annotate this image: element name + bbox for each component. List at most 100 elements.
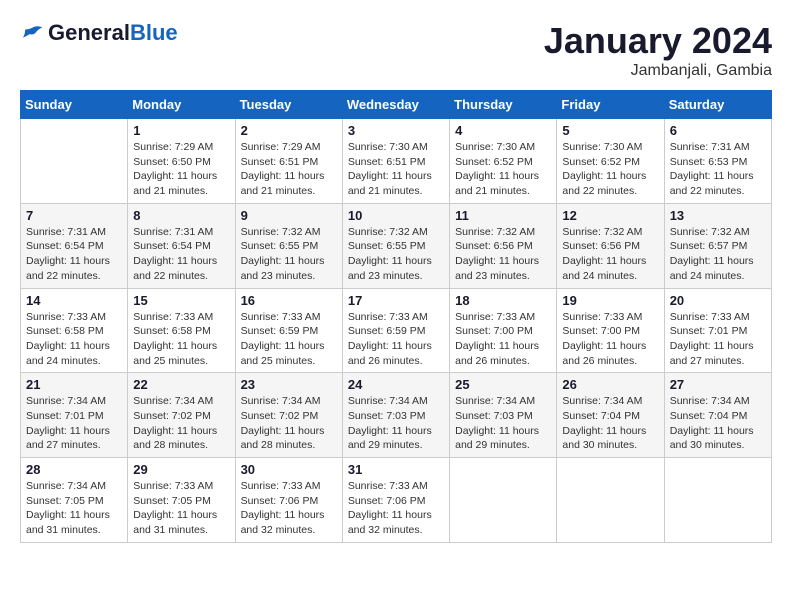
cell-date-number: 27 (670, 377, 766, 392)
cell-daylight-info: Sunrise: 7:33 AM Sunset: 7:01 PM Dayligh… (670, 310, 766, 369)
cell-date-number: 1 (133, 123, 229, 138)
cell-date-number: 5 (562, 123, 658, 138)
calendar-header-row: SundayMondayTuesdayWednesdayThursdayFrid… (21, 91, 772, 119)
cell-date-number: 22 (133, 377, 229, 392)
cell-daylight-info: Sunrise: 7:34 AM Sunset: 7:03 PM Dayligh… (455, 394, 551, 453)
cell-date-number: 26 (562, 377, 658, 392)
calendar-cell: 14 Sunrise: 7:33 AM Sunset: 6:58 PM Dayli… (21, 288, 128, 373)
cell-daylight-info: Sunrise: 7:30 AM Sunset: 6:52 PM Dayligh… (455, 140, 551, 199)
day-header-saturday: Saturday (664, 91, 771, 119)
cell-daylight-info: Sunrise: 7:32 AM Sunset: 6:55 PM Dayligh… (348, 225, 444, 284)
cell-date-number: 18 (455, 293, 551, 308)
cell-date-number: 21 (26, 377, 122, 392)
cell-date-number: 13 (670, 208, 766, 223)
cell-date-number: 24 (348, 377, 444, 392)
calendar-week-row: 7 Sunrise: 7:31 AM Sunset: 6:54 PM Daylig… (21, 203, 772, 288)
calendar-cell: 22 Sunrise: 7:34 AM Sunset: 7:02 PM Dayli… (128, 373, 235, 458)
cell-date-number: 15 (133, 293, 229, 308)
calendar-cell: 16Sunrise: 7:33 AM Sunset: 6:59 PM Dayli… (235, 288, 342, 373)
cell-daylight-info: Sunrise: 7:33 AM Sunset: 6:58 PM Dayligh… (133, 310, 229, 369)
calendar-cell: 1 Sunrise: 7:29 AM Sunset: 6:50 PM Daylig… (128, 119, 235, 204)
calendar-cell: 28 Sunrise: 7:34 AM Sunset: 7:05 PM Dayli… (21, 458, 128, 543)
cell-daylight-info: Sunrise: 7:30 AM Sunset: 6:51 PM Dayligh… (348, 140, 444, 199)
calendar-cell: 24 Sunrise: 7:34 AM Sunset: 7:03 PM Dayli… (342, 373, 449, 458)
calendar-cell: 12 Sunrise: 7:32 AM Sunset: 6:56 PM Dayli… (557, 203, 664, 288)
day-header-friday: Friday (557, 91, 664, 119)
cell-date-number: 20 (670, 293, 766, 308)
cell-daylight-info: Sunrise: 7:34 AM Sunset: 7:03 PM Dayligh… (348, 394, 444, 453)
calendar-week-row: 28 Sunrise: 7:34 AM Sunset: 7:05 PM Dayli… (21, 458, 772, 543)
calendar-cell: 7Sunrise: 7:31 AM Sunset: 6:54 PM Daylig… (21, 203, 128, 288)
cell-date-number: 28 (26, 462, 122, 477)
cell-date-number: 23 (241, 377, 337, 392)
cell-daylight-info: Sunrise: 7:33 AM Sunset: 7:05 PM Dayligh… (133, 479, 229, 538)
calendar-week-row: 21 Sunrise: 7:34 AM Sunset: 7:01 PM Dayli… (21, 373, 772, 458)
day-header-wednesday: Wednesday (342, 91, 449, 119)
cell-daylight-info: Sunrise: 7:31 AM Sunset: 6:53 PM Dayligh… (670, 140, 766, 199)
calendar-cell: 30 Sunrise: 7:33 AM Sunset: 7:06 PM Dayli… (235, 458, 342, 543)
calendar-table: SundayMondayTuesdayWednesdayThursdayFrid… (20, 90, 772, 543)
cell-daylight-info: Sunrise: 7:30 AM Sunset: 6:52 PM Dayligh… (562, 140, 658, 199)
logo-bird-icon (20, 25, 44, 41)
cell-date-number: 31 (348, 462, 444, 477)
calendar-cell: 21 Sunrise: 7:34 AM Sunset: 7:01 PM Dayli… (21, 373, 128, 458)
calendar-cell (450, 458, 557, 543)
cell-date-number: 2 (241, 123, 337, 138)
cell-date-number: 12 (562, 208, 658, 223)
calendar-cell: 6 Sunrise: 7:31 AM Sunset: 6:53 PM Daylig… (664, 119, 771, 204)
month-year-title: January 2024 (544, 20, 772, 62)
calendar-cell: 27 Sunrise: 7:34 AM Sunset: 7:04 PM Dayli… (664, 373, 771, 458)
cell-daylight-info: Sunrise: 7:34 AM Sunset: 7:04 PM Dayligh… (670, 394, 766, 453)
cell-date-number: 14 (26, 293, 122, 308)
cell-daylight-info: Sunrise: 7:34 AM Sunset: 7:02 PM Dayligh… (241, 394, 337, 453)
page-header: GeneralBlue January 2024 Jambanjali, Gam… (20, 20, 772, 80)
cell-date-number: 16 (241, 293, 337, 308)
day-header-sunday: Sunday (21, 91, 128, 119)
cell-daylight-info: Sunrise: 7:33 AM Sunset: 7:06 PM Dayligh… (348, 479, 444, 538)
calendar-cell: 18 Sunrise: 7:33 AM Sunset: 7:00 PM Dayli… (450, 288, 557, 373)
cell-date-number: 8 (133, 208, 229, 223)
logo-text: GeneralBlue (48, 20, 178, 46)
calendar-cell: 25Sunrise: 7:34 AM Sunset: 7:03 PM Dayli… (450, 373, 557, 458)
cell-daylight-info: Sunrise: 7:34 AM Sunset: 7:01 PM Dayligh… (26, 394, 122, 453)
cell-daylight-info: Sunrise: 7:34 AM Sunset: 7:05 PM Dayligh… (26, 479, 122, 538)
day-header-tuesday: Tuesday (235, 91, 342, 119)
calendar-cell: 11Sunrise: 7:32 AM Sunset: 6:56 PM Dayli… (450, 203, 557, 288)
cell-daylight-info: Sunrise: 7:32 AM Sunset: 6:56 PM Dayligh… (562, 225, 658, 284)
cell-daylight-info: Sunrise: 7:33 AM Sunset: 6:58 PM Dayligh… (26, 310, 122, 369)
location-subtitle: Jambanjali, Gambia (544, 62, 772, 80)
cell-daylight-info: Sunrise: 7:33 AM Sunset: 7:00 PM Dayligh… (562, 310, 658, 369)
calendar-cell (557, 458, 664, 543)
title-area: January 2024 Jambanjali, Gambia (544, 20, 772, 80)
cell-date-number: 7 (26, 208, 122, 223)
cell-daylight-info: Sunrise: 7:29 AM Sunset: 6:50 PM Dayligh… (133, 140, 229, 199)
calendar-week-row: 1 Sunrise: 7:29 AM Sunset: 6:50 PM Daylig… (21, 119, 772, 204)
cell-date-number: 10 (348, 208, 444, 223)
cell-date-number: 19 (562, 293, 658, 308)
cell-daylight-info: Sunrise: 7:32 AM Sunset: 6:56 PM Dayligh… (455, 225, 551, 284)
day-header-thursday: Thursday (450, 91, 557, 119)
cell-daylight-info: Sunrise: 7:31 AM Sunset: 6:54 PM Dayligh… (133, 225, 229, 284)
calendar-cell: 3Sunrise: 7:30 AM Sunset: 6:51 PM Daylig… (342, 119, 449, 204)
cell-daylight-info: Sunrise: 7:32 AM Sunset: 6:57 PM Dayligh… (670, 225, 766, 284)
cell-daylight-info: Sunrise: 7:33 AM Sunset: 7:06 PM Dayligh… (241, 479, 337, 538)
calendar-cell: 4 Sunrise: 7:30 AM Sunset: 6:52 PM Daylig… (450, 119, 557, 204)
cell-daylight-info: Sunrise: 7:33 AM Sunset: 6:59 PM Dayligh… (348, 310, 444, 369)
calendar-cell: 5 Sunrise: 7:30 AM Sunset: 6:52 PM Daylig… (557, 119, 664, 204)
calendar-week-row: 14 Sunrise: 7:33 AM Sunset: 6:58 PM Dayli… (21, 288, 772, 373)
calendar-cell: 26Sunrise: 7:34 AM Sunset: 7:04 PM Dayli… (557, 373, 664, 458)
calendar-cell: 20 Sunrise: 7:33 AM Sunset: 7:01 PM Dayli… (664, 288, 771, 373)
cell-date-number: 6 (670, 123, 766, 138)
day-header-monday: Monday (128, 91, 235, 119)
cell-daylight-info: Sunrise: 7:32 AM Sunset: 6:55 PM Dayligh… (241, 225, 337, 284)
calendar-cell (664, 458, 771, 543)
cell-daylight-info: Sunrise: 7:33 AM Sunset: 7:00 PM Dayligh… (455, 310, 551, 369)
calendar-cell: 2Sunrise: 7:29 AM Sunset: 6:51 PM Daylig… (235, 119, 342, 204)
cell-date-number: 9 (241, 208, 337, 223)
calendar-cell: 15 Sunrise: 7:33 AM Sunset: 6:58 PM Dayli… (128, 288, 235, 373)
cell-date-number: 4 (455, 123, 551, 138)
calendar-cell: 13 Sunrise: 7:32 AM Sunset: 6:57 PM Dayli… (664, 203, 771, 288)
cell-daylight-info: Sunrise: 7:34 AM Sunset: 7:02 PM Dayligh… (133, 394, 229, 453)
cell-date-number: 30 (241, 462, 337, 477)
calendar-cell: 19 Sunrise: 7:33 AM Sunset: 7:00 PM Dayli… (557, 288, 664, 373)
